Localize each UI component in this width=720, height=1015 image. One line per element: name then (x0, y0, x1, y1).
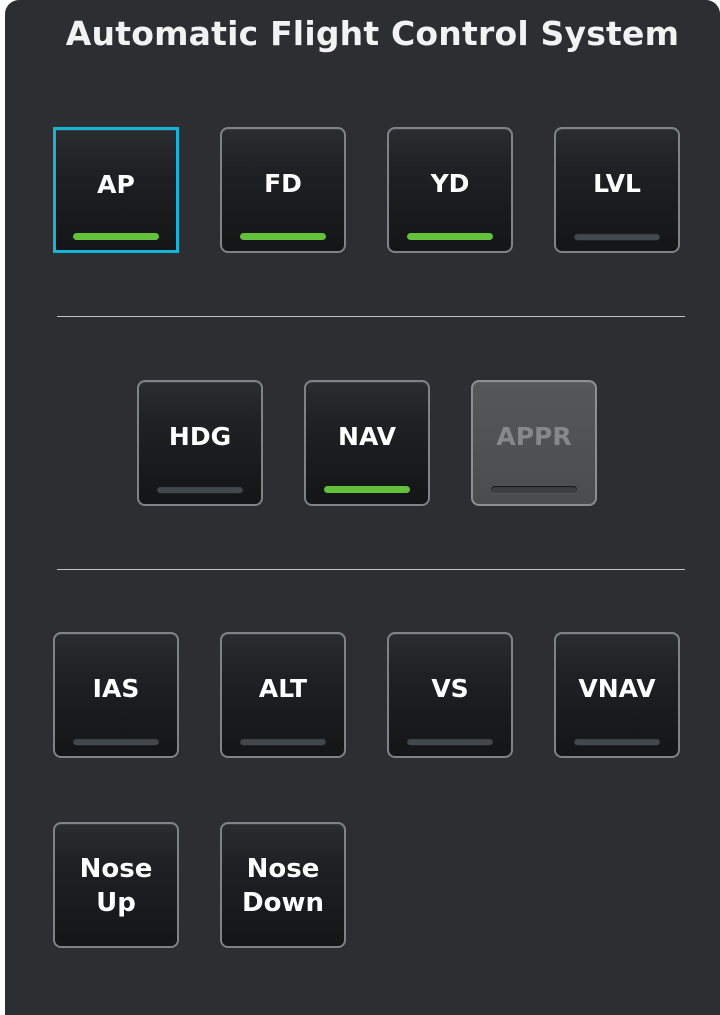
fd-label: FD (264, 169, 302, 198)
lvl-label: LVL (593, 169, 641, 198)
vs-label: VS (431, 674, 469, 703)
hdg-button[interactable]: HDG (137, 380, 263, 506)
nose-up-line2: Up (96, 888, 136, 918)
vs-button[interactable]: VS (387, 632, 513, 758)
afcs-panel: Automatic Flight Control System AP FD YD… (5, 0, 720, 1015)
hdg-label: HDG (168, 422, 232, 451)
vnav-indicator (574, 738, 660, 745)
ias-button[interactable]: IAS (53, 632, 179, 758)
vnav-button[interactable]: VNAV (554, 632, 680, 758)
nose-down-line2: Down (242, 888, 324, 918)
appr-button[interactable]: APPR (471, 380, 597, 506)
nose-up-label: Nose Up (55, 852, 177, 920)
appr-indicator (491, 486, 577, 493)
nose-up-button[interactable]: Nose Up (53, 822, 179, 948)
fd-button[interactable]: FD (220, 127, 346, 253)
lvl-button[interactable]: LVL (554, 127, 680, 253)
ias-label: IAS (92, 674, 140, 703)
yd-label: YD (430, 169, 470, 198)
divider-bottom (57, 569, 685, 570)
ap-label: AP (97, 170, 135, 199)
divider-top (57, 316, 685, 317)
fd-indicator (240, 233, 326, 240)
nav-button[interactable]: NAV (304, 380, 430, 506)
panel-title: Automatic Flight Control System (65, 14, 680, 53)
nose-down-label: Nose Down (222, 852, 344, 920)
ap-button[interactable]: AP (53, 127, 179, 253)
vs-indicator (407, 738, 493, 745)
alt-indicator (240, 738, 326, 745)
appr-label: APPR (496, 422, 572, 451)
alt-label: ALT (258, 674, 308, 703)
yd-button[interactable]: YD (387, 127, 513, 253)
hdg-indicator (157, 486, 243, 493)
vnav-label: VNAV (578, 674, 656, 703)
ap-indicator (73, 233, 159, 240)
nav-indicator (324, 486, 410, 493)
nav-label: NAV (338, 422, 396, 451)
yd-indicator (407, 233, 493, 240)
nose-up-line1: Nose (79, 854, 153, 884)
ias-indicator (73, 738, 159, 745)
lvl-indicator (574, 233, 660, 240)
nose-down-button[interactable]: Nose Down (220, 822, 346, 948)
alt-button[interactable]: ALT (220, 632, 346, 758)
nose-down-line1: Nose (246, 854, 320, 884)
